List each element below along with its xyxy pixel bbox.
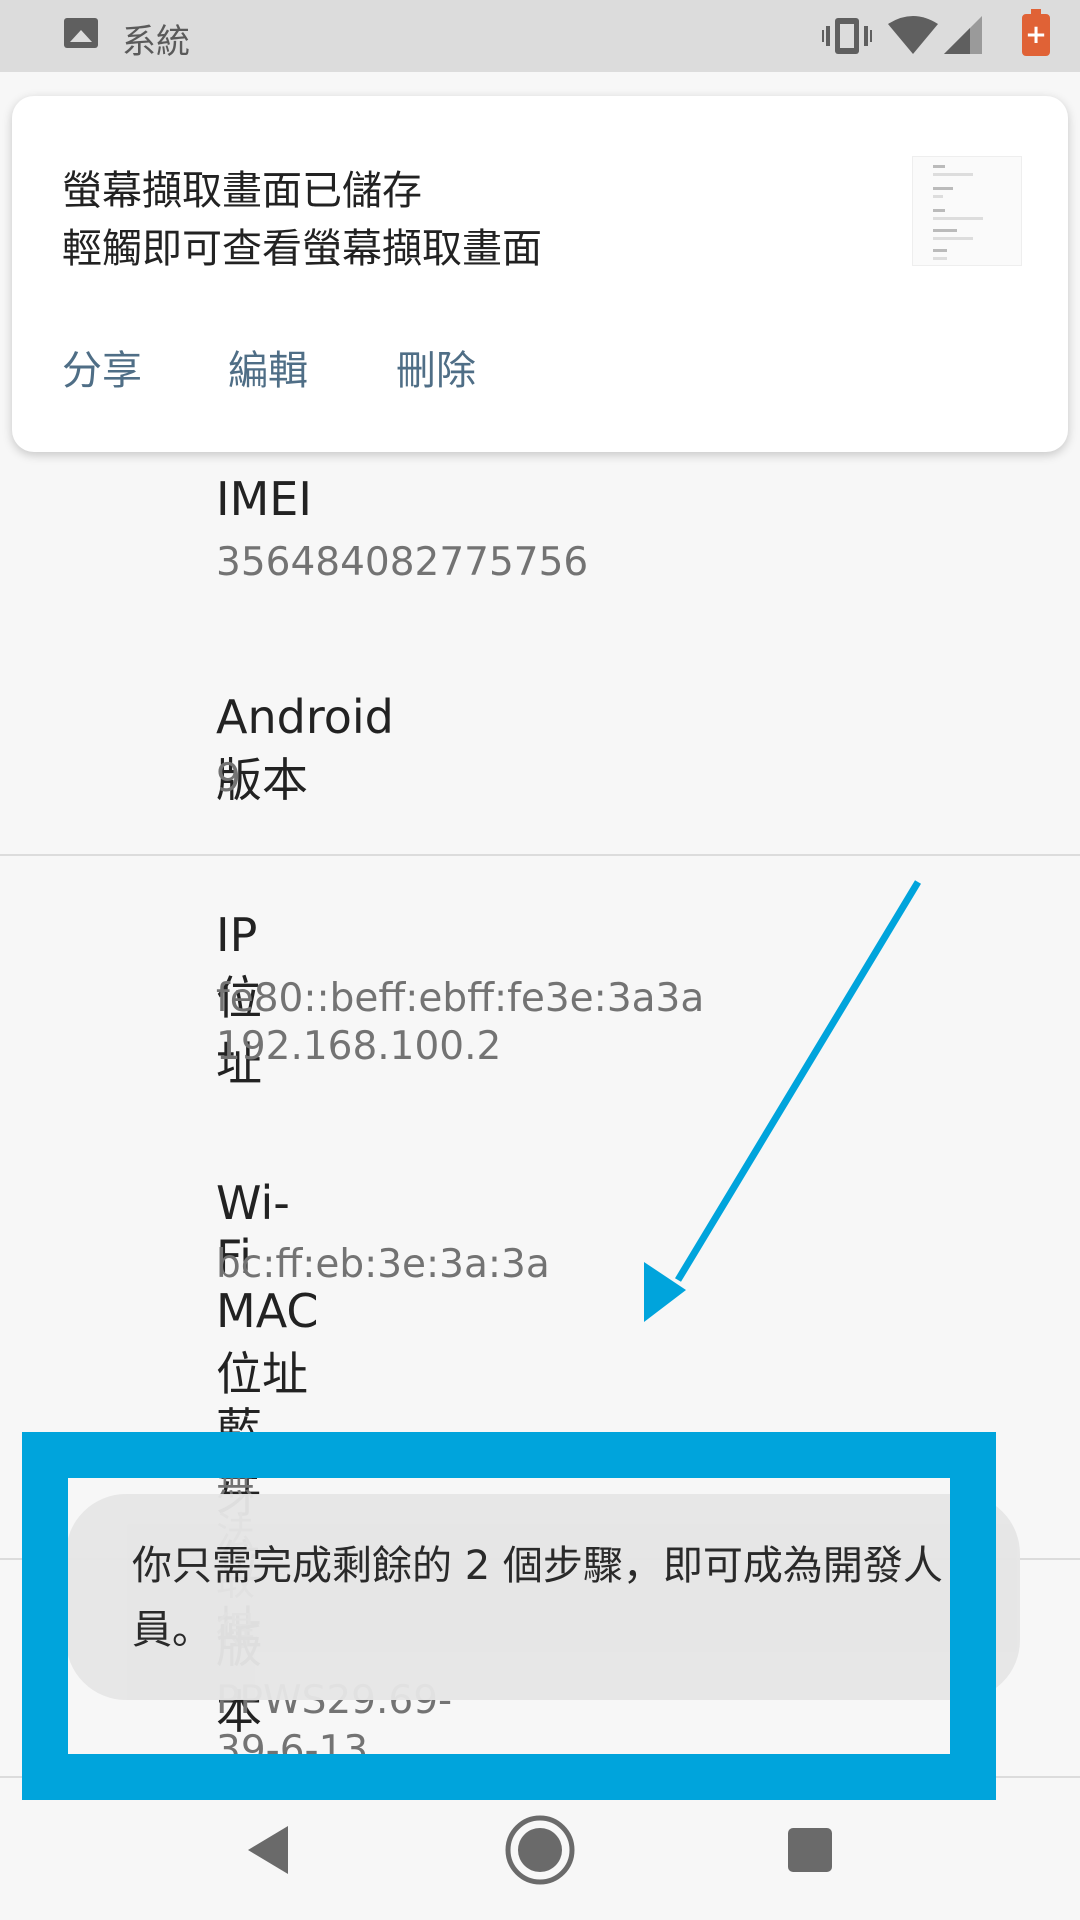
- screenshot-thumbnail[interactable]: [912, 156, 1022, 266]
- row-value-imei: 356484082775756: [216, 540, 589, 585]
- share-button[interactable]: 分享: [62, 338, 142, 396]
- notification-text: 輕觸即可查看螢幕擷取畫面: [62, 226, 542, 272]
- divider: [0, 854, 1080, 856]
- back-icon[interactable]: [244, 1824, 292, 1876]
- row-value-ip-v4: 192.168.100.2: [216, 1024, 502, 1069]
- signal-icon: [944, 16, 982, 54]
- row-title-wifi-mac: Wi-Fi MAC 位址: [216, 1176, 319, 1401]
- status-app-label: 系統: [122, 22, 190, 62]
- home-icon[interactable]: [504, 1814, 576, 1886]
- edit-button[interactable]: 編輯: [228, 338, 308, 396]
- row-title-android-version: Android 版本: [216, 690, 394, 807]
- row-title-imei: IMEI: [216, 472, 312, 526]
- vibrate-icon: [822, 18, 872, 54]
- annotation-arrow-icon: [644, 880, 921, 1322]
- wifi-icon: [888, 16, 938, 54]
- navigation-bar: [0, 1800, 1080, 1920]
- status-bar: 系統 +: [0, 0, 1080, 72]
- image-icon: [64, 18, 98, 48]
- delete-button[interactable]: 刪除: [396, 338, 476, 396]
- notification-title: 螢幕擷取畫面已儲存: [62, 168, 422, 214]
- row-value-android-version: 9: [216, 756, 241, 801]
- battery-icon: +: [1022, 9, 1050, 56]
- screenshot-notification[interactable]: 螢幕擷取畫面已儲存 輕觸即可查看螢幕擷取畫面 分享 編輯 刪除: [12, 96, 1068, 452]
- row-value-wifi-mac: bc:ff:eb:3e:3a:3a: [216, 1242, 550, 1287]
- highlight-box: [22, 1432, 996, 1800]
- recents-icon[interactable]: [786, 1826, 834, 1874]
